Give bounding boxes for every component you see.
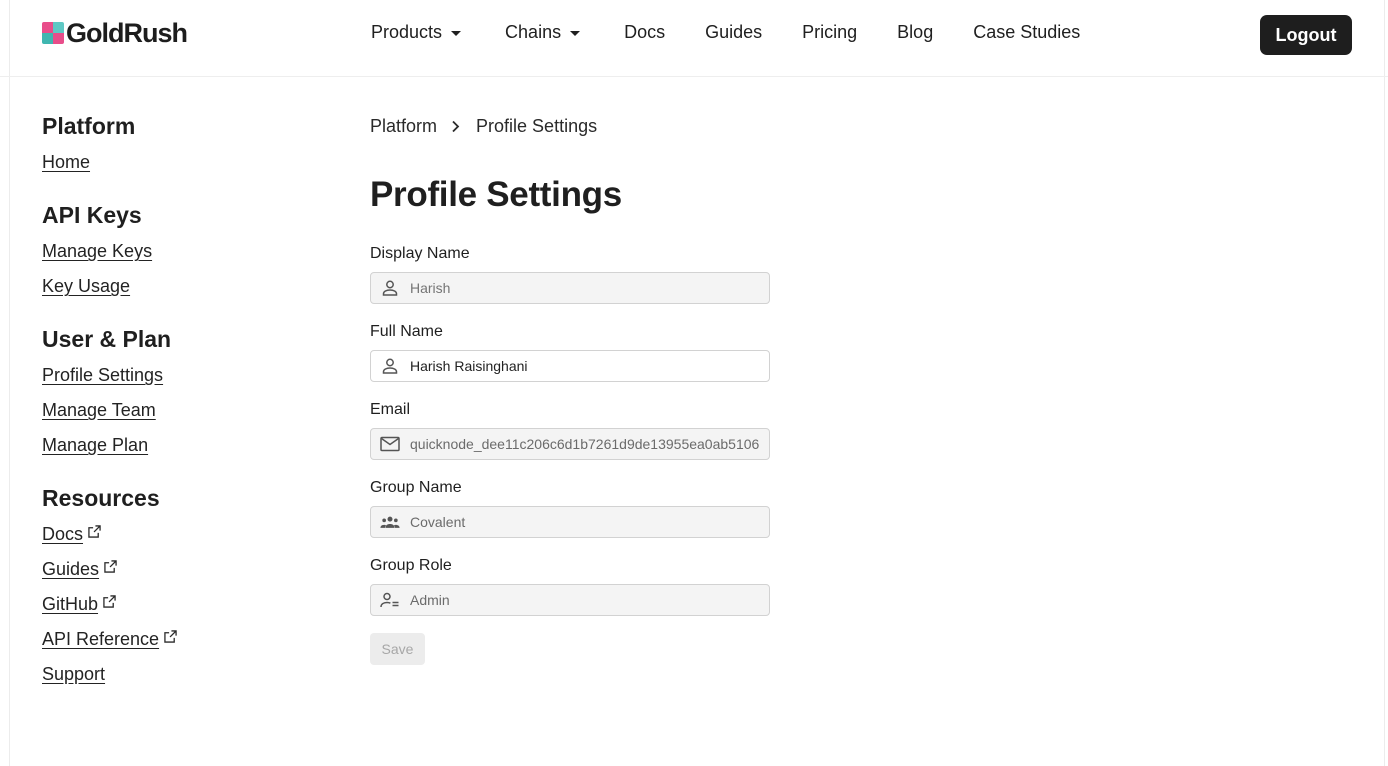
group-role-label: Group Role xyxy=(370,557,452,574)
nav-chains-label: Chains xyxy=(505,22,562,42)
nav-docs[interactable]: Docs xyxy=(624,22,665,43)
breadcrumb-current: Profile Settings xyxy=(476,115,598,136)
group-role-input[interactable] xyxy=(410,585,769,615)
sidebar-group-platform: Platform Home xyxy=(42,111,302,180)
group-name-field: Group Name xyxy=(370,477,1070,538)
sidebar: Platform Home API Keys Manage Keys Key U… xyxy=(42,111,302,712)
group-name-input-wrap xyxy=(370,506,770,538)
sidebar-link-home[interactable]: Home xyxy=(42,145,302,180)
save-button[interactable]: Save xyxy=(370,633,425,665)
display-name-label: Display Name xyxy=(370,245,470,262)
chevron-right-icon xyxy=(452,120,460,132)
full-name-input-wrap xyxy=(370,350,770,382)
sidebar-link-key-usage[interactable]: Key Usage xyxy=(42,269,302,304)
breadcrumb-platform[interactable]: Platform xyxy=(370,116,437,137)
sidebar-link-label: Manage Plan xyxy=(42,435,149,455)
full-name-label: Full Name xyxy=(370,323,443,340)
external-link-icon xyxy=(103,594,116,608)
nav-products[interactable]: Products xyxy=(371,22,462,43)
sidebar-group-resources: Resources Docs Guides GitHub API Referen… xyxy=(42,483,302,692)
nav-guides[interactable]: Guides xyxy=(705,22,762,43)
brand-name: GoldRush xyxy=(66,17,188,48)
page-title: Profile Settings xyxy=(370,175,622,214)
group-name-input[interactable] xyxy=(410,507,769,537)
sidebar-link-api-reference[interactable]: API Reference xyxy=(42,622,302,657)
sidebar-link-label: Home xyxy=(42,152,91,172)
sidebar-link-profile-settings[interactable]: Profile Settings xyxy=(42,358,302,393)
nav-products-label: Products xyxy=(371,22,443,42)
sidebar-heading: Resources xyxy=(42,485,160,511)
external-link-icon xyxy=(104,559,117,573)
sidebar-link-label: Manage Keys xyxy=(42,241,153,261)
email-label: Email xyxy=(370,401,411,418)
sidebar-link-label: API Reference xyxy=(42,629,160,649)
sidebar-heading: User & Plan xyxy=(42,326,172,352)
person-badge-icon xyxy=(380,590,400,610)
email-field: Email xyxy=(370,399,1070,460)
sidebar-link-label: Manage Team xyxy=(42,400,156,420)
group-name-label: Group Name xyxy=(370,479,462,496)
sidebar-link-guides[interactable]: Guides xyxy=(42,552,302,587)
nav-case-studies[interactable]: Case Studies xyxy=(973,22,1080,43)
sidebar-heading: Platform xyxy=(42,113,136,139)
person-icon xyxy=(380,356,400,376)
person-icon xyxy=(380,278,400,298)
sidebar-link-label: Support xyxy=(42,664,106,684)
caret-down-icon xyxy=(451,31,462,36)
group-icon xyxy=(380,512,400,532)
sidebar-link-label: GitHub xyxy=(42,594,99,614)
sidebar-link-label: Docs xyxy=(42,524,84,544)
group-role-input-wrap xyxy=(370,584,770,616)
logo-mark-icon xyxy=(42,22,64,44)
external-link-icon xyxy=(164,629,177,643)
logout-button[interactable]: Logout xyxy=(1260,15,1352,55)
external-link-icon xyxy=(88,524,101,538)
goldrush-logo[interactable]: GoldRush xyxy=(42,17,188,48)
sidebar-link-label: Profile Settings xyxy=(42,365,164,385)
sidebar-link-support[interactable]: Support xyxy=(42,657,302,692)
sidebar-link-github[interactable]: GitHub xyxy=(42,587,302,622)
sidebar-group-user-plan: User & Plan Profile Settings Manage Team… xyxy=(42,324,302,463)
display-name-field: Display Name xyxy=(370,243,1070,304)
nav-blog[interactable]: Blog xyxy=(897,22,933,43)
sidebar-link-manage-team[interactable]: Manage Team xyxy=(42,393,302,428)
sidebar-heading: API Keys xyxy=(42,202,142,228)
profile-form: Display Name Full Name Email xyxy=(370,243,1070,665)
caret-down-icon xyxy=(570,31,581,36)
mail-icon xyxy=(380,434,400,454)
nav-pricing[interactable]: Pricing xyxy=(802,22,857,43)
sidebar-group-api-keys: API Keys Manage Keys Key Usage xyxy=(42,200,302,304)
nav-chains[interactable]: Chains xyxy=(505,22,581,43)
full-name-input[interactable] xyxy=(410,351,769,381)
group-role-field: Group Role xyxy=(370,555,1070,616)
main-nav: Products Chains Docs Guides Pricing Blog… xyxy=(371,22,1120,43)
display-name-input-wrap xyxy=(370,272,770,304)
sidebar-link-manage-keys[interactable]: Manage Keys xyxy=(42,234,302,269)
sidebar-link-manage-plan[interactable]: Manage Plan xyxy=(42,428,302,463)
full-name-field: Full Name xyxy=(370,321,1070,382)
sidebar-link-docs[interactable]: Docs xyxy=(42,517,302,552)
top-header: GoldRush Products Chains Docs Guides Pri… xyxy=(0,0,1388,77)
main-content: Platform Profile Settings Profile Settin… xyxy=(370,112,1070,665)
email-input-wrap xyxy=(370,428,770,460)
display-name-input[interactable] xyxy=(410,273,769,303)
email-input[interactable] xyxy=(410,429,769,459)
breadcrumb: Platform Profile Settings xyxy=(370,112,1070,140)
sidebar-link-label: Key Usage xyxy=(42,276,131,296)
sidebar-link-label: Guides xyxy=(42,559,100,579)
